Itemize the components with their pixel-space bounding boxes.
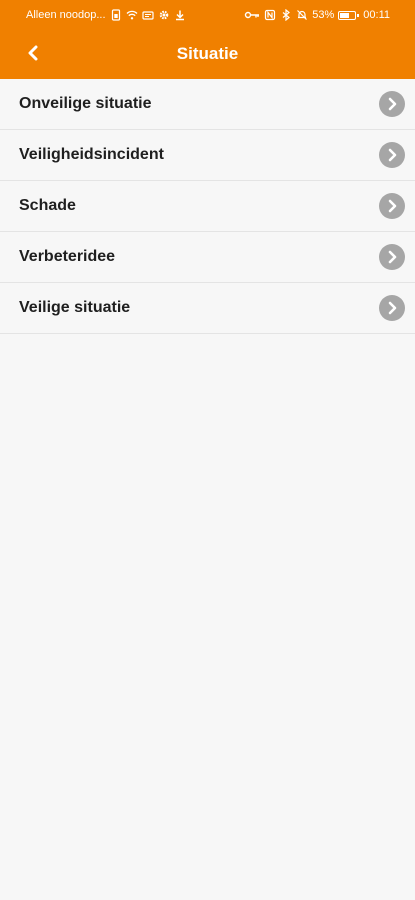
battery-icon	[338, 10, 360, 20]
list-item-label: Schade	[19, 197, 76, 214]
list-item-veilige-situatie[interactable]: Veilige situatie	[0, 283, 415, 334]
status-bar-right: 53% 00:11	[244, 9, 390, 21]
battery-percent: 53%	[312, 9, 335, 21]
status-bar: Alleen noodop... 53% 00:11	[0, 0, 415, 30]
app-header: Alleen noodop... 53% 00:11 Situatie	[0, 0, 415, 79]
list-item-label: Onveilige situatie	[19, 95, 152, 112]
wifi-icon	[126, 9, 138, 21]
list-item-veiligheidsincident[interactable]: Veiligheidsincident	[0, 130, 415, 181]
message-icon	[141, 9, 154, 21]
carrier-text: Alleen noodop...	[26, 9, 106, 21]
nfc-icon	[264, 9, 276, 21]
chevron-right-circle-icon[interactable]	[379, 295, 405, 321]
mute-bell-icon	[296, 9, 308, 21]
clock: 00:11	[363, 9, 390, 21]
list-item-label: Veilige situatie	[19, 299, 131, 316]
list-item-onveilige-situatie[interactable]: Onveilige situatie	[0, 79, 415, 130]
chevron-right-circle-icon[interactable]	[379, 142, 405, 168]
bluetooth-icon	[280, 9, 292, 21]
page-title: Situatie	[176, 44, 239, 63]
situation-list: Onveilige situatie Veiligheidsincident S…	[0, 79, 415, 334]
list-item-verbeteridee[interactable]: Verbeteridee	[0, 232, 415, 283]
status-bar-left: Alleen noodop...	[26, 9, 186, 21]
vpn-key-icon	[244, 9, 260, 21]
settings-gear-icon	[158, 9, 170, 21]
list-item-label: Verbeteridee	[19, 248, 116, 265]
chevron-right-circle-icon[interactable]	[379, 91, 405, 117]
navigation-bar: Situatie	[0, 30, 415, 79]
sim-icon	[110, 9, 122, 21]
chevron-right-circle-icon[interactable]	[379, 244, 405, 270]
list-item-schade[interactable]: Schade	[0, 181, 415, 232]
list-item-label: Veiligheidsincident	[19, 146, 164, 163]
chevron-right-circle-icon[interactable]	[379, 193, 405, 219]
download-icon	[174, 9, 186, 21]
